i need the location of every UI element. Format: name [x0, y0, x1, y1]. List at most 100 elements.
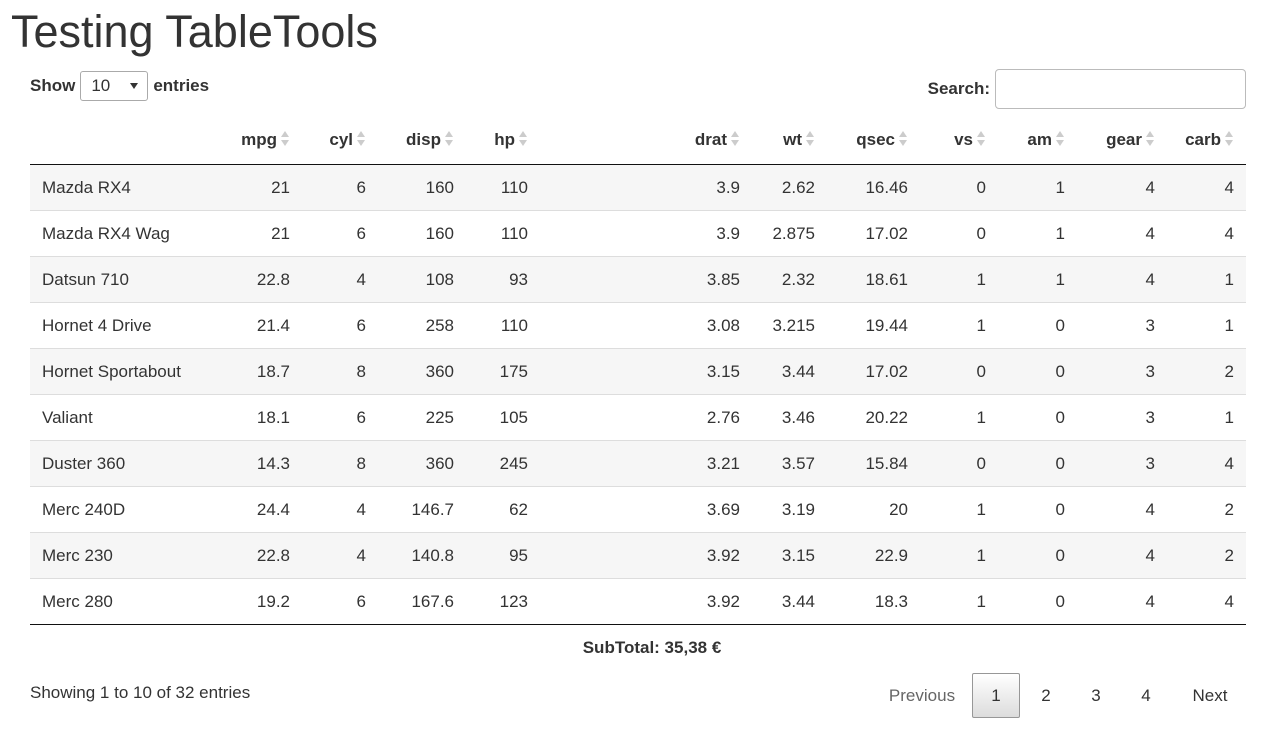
- table-cell-vs: 0: [920, 210, 998, 257]
- previous-page-button[interactable]: Previous: [874, 673, 970, 718]
- table-cell-hp: 95: [466, 532, 540, 579]
- table-cell-disp: 160: [378, 210, 466, 257]
- table-cell-mpg: 14.3: [224, 440, 302, 487]
- column-header-disp[interactable]: disp: [378, 116, 466, 165]
- sort-icon: [976, 130, 986, 148]
- table-cell-mpg: 21.4: [224, 302, 302, 349]
- table-cell-qsec: 15.84: [827, 440, 920, 487]
- column-header-mpg[interactable]: mpg: [224, 116, 302, 165]
- column-header-gear[interactable]: gear: [1077, 116, 1167, 165]
- table-cell-hp: 105: [466, 394, 540, 441]
- next-page-button[interactable]: Next: [1174, 673, 1246, 718]
- table-row: Merc 230 22.8 4 140.8 95 3.92 3.15 22.9 1 0 4 2: [30, 532, 1246, 579]
- table-cell-vs: 1: [920, 486, 998, 533]
- page-button-4[interactable]: 4: [1122, 673, 1170, 718]
- page-button-2[interactable]: 2: [1022, 673, 1070, 718]
- row-name-cell: Merc 240D: [30, 486, 224, 533]
- table-cell-qsec: 20.22: [827, 394, 920, 441]
- table-cell-drat: 3.69: [540, 486, 752, 533]
- page-button-3[interactable]: 3: [1072, 673, 1120, 718]
- search-label: Search:: [927, 79, 990, 98]
- table-cell-drat: 3.85: [540, 256, 752, 303]
- table-cell-drat: 3.15: [540, 348, 752, 395]
- show-label: Show: [30, 76, 76, 95]
- table-cell-vs: 1: [920, 578, 998, 625]
- sort-icon: [444, 130, 454, 148]
- table-cell-wt: 3.44: [752, 578, 827, 625]
- column-header-qsec[interactable]: qsec: [827, 116, 920, 165]
- table-cell-carb: 4: [1167, 578, 1246, 625]
- table-cell-am: 0: [998, 440, 1077, 487]
- column-header-label: cyl: [329, 130, 353, 149]
- table-cell-qsec: 18.3: [827, 578, 920, 625]
- table-cell-mpg: 19.2: [224, 578, 302, 625]
- table-cell-vs: 1: [920, 532, 998, 579]
- sort-icon: [518, 130, 528, 148]
- table-cell-wt: 3.15: [752, 532, 827, 579]
- table-cell-disp: 360: [378, 348, 466, 395]
- column-header-label: hp: [494, 130, 515, 149]
- table-cell-hp: 62: [466, 486, 540, 533]
- column-header-carb[interactable]: carb: [1167, 116, 1246, 165]
- column-header-label: disp: [406, 130, 441, 149]
- row-name-cell: Duster 360: [30, 440, 224, 487]
- table-cell-mpg: 21: [224, 210, 302, 257]
- column-header-label: gear: [1106, 130, 1142, 149]
- column-header-cyl[interactable]: cyl: [302, 116, 378, 165]
- table-cell-cyl: 8: [302, 348, 378, 395]
- column-header-drat[interactable]: drat: [540, 116, 752, 165]
- table-cell-am: 0: [998, 348, 1077, 395]
- table-cell-disp: 167.6: [378, 578, 466, 625]
- table-cell-wt: 3.57: [752, 440, 827, 487]
- pagination: Previous 1234 Next: [874, 673, 1246, 718]
- table-cell-carb: 2: [1167, 348, 1246, 395]
- table-cell-qsec: 17.02: [827, 210, 920, 257]
- page-button-1[interactable]: 1: [972, 673, 1020, 718]
- table-cell-carb: 4: [1167, 440, 1246, 487]
- sort-icon: [356, 130, 366, 148]
- table-cell-gear: 3: [1077, 348, 1167, 395]
- column-header-label: carb: [1185, 130, 1221, 149]
- table-row: Hornet 4 Drive 21.4 6 258 110 3.08 3.215 19.44 1…: [30, 302, 1246, 349]
- row-name-cell: Hornet 4 Drive: [30, 302, 224, 349]
- table-cell-gear: 4: [1077, 256, 1167, 303]
- table-cell-cyl: 8: [302, 440, 378, 487]
- table-row: Datsun 710 22.8 4 108 93 3.85 2.32 18.61 1 1 4 1: [30, 256, 1246, 303]
- table-cell-vs: 0: [920, 348, 998, 395]
- table-cell-drat: 3.9: [540, 164, 752, 211]
- row-name-cell: Merc 280: [30, 578, 224, 625]
- table-row: Duster 360 14.3 8 360 245 3.21 3.57 15.84 0 0 3 4: [30, 440, 1246, 487]
- table-cell-qsec: 16.46: [827, 164, 920, 211]
- table-cell-disp: 360: [378, 440, 466, 487]
- table-cell-hp: 123: [466, 578, 540, 625]
- column-header-wt[interactable]: wt: [752, 116, 827, 165]
- table-cell-qsec: 20: [827, 486, 920, 533]
- sort-icon: [1224, 130, 1234, 148]
- page-numbers: 1234: [970, 673, 1170, 718]
- table-cell-wt: 3.44: [752, 348, 827, 395]
- row-name-cell: Datsun 710: [30, 256, 224, 303]
- column-header-rowname: [30, 116, 224, 165]
- data-table: mpg cyl disp hp drat wt qsec vs am gear carb Mazda…: [30, 116, 1246, 625]
- table-cell-drat: 3.08: [540, 302, 752, 349]
- column-header-label: am: [1027, 130, 1052, 149]
- table-cell-cyl: 6: [302, 164, 378, 211]
- search-input[interactable]: [995, 69, 1246, 109]
- entries-length-control: Show 10 entries: [30, 70, 209, 102]
- table-info: Showing 1 to 10 of 32 entries: [30, 683, 251, 702]
- table-cell-qsec: 18.61: [827, 256, 920, 303]
- column-header-hp[interactable]: hp: [466, 116, 540, 165]
- table-cell-disp: 258: [378, 302, 466, 349]
- column-header-vs[interactable]: vs: [920, 116, 998, 165]
- entries-per-page-select[interactable]: 10: [80, 71, 149, 101]
- table-cell-vs: 0: [920, 440, 998, 487]
- table-cell-drat: 3.92: [540, 578, 752, 625]
- table-row: Valiant 18.1 6 225 105 2.76 3.46 20.22 1 0 3 1: [30, 394, 1246, 441]
- column-header-am[interactable]: am: [998, 116, 1077, 165]
- table-row: Hornet Sportabout 18.7 8 360 175 3.15 3.44 17.0…: [30, 348, 1246, 395]
- table-cell-gear: 4: [1077, 532, 1167, 579]
- table-cell-carb: 1: [1167, 302, 1246, 349]
- table-cell-disp: 140.8: [378, 532, 466, 579]
- table-cell-mpg: 18.1: [224, 394, 302, 441]
- table-row: Mazda RX4 Wag 21 6 160 110 3.9 2.875 17.02 0 1 4 4: [30, 210, 1246, 257]
